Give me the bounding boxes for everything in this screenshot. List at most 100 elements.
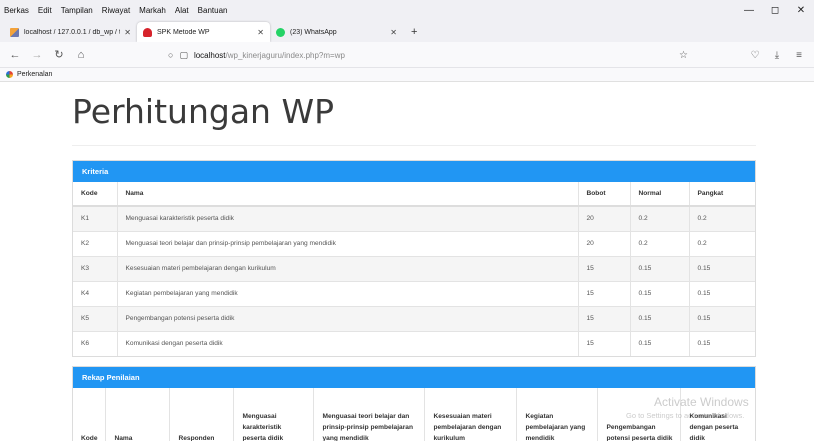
home-icon[interactable]: ⌂	[72, 49, 90, 61]
url-path: /wp_kinerjaguru/index.php?m=wp	[225, 50, 345, 60]
page-content: Perhitungan WP Kriteria Kode Nama Bobot …	[72, 82, 756, 441]
column-header-bobot: Bobot	[578, 182, 631, 207]
navigation-bar: ← → ↻ ⌂ ○ ▢ localhost/wp_kinerjaguru/ind…	[0, 42, 814, 68]
cell-bobot: 20	[578, 205, 631, 231]
cell-bobot: 15	[578, 330, 631, 356]
kriteria-heading: Kriteria	[73, 161, 755, 182]
table-row: K2 Menguasai teori belajar dan prinsip-p…	[73, 230, 755, 256]
tab-phpmyadmin[interactable]: localhost / 127.0.0.1 / db_wp / tabe ✕	[4, 22, 137, 42]
cell-bobot: 15	[578, 305, 631, 331]
column-header-responden: Responden	[169, 388, 235, 441]
tab-label: localhost / 127.0.0.1 / db_wp / tabe	[24, 28, 120, 36]
cell-kode: K4	[73, 280, 118, 306]
cell-kode: K6	[73, 330, 118, 356]
cell-nama: Komunikasi dengan peserta didik	[117, 330, 579, 356]
menu-riwayat[interactable]: Riwayat	[102, 6, 130, 15]
shield-icon[interactable]: ○	[168, 50, 173, 60]
cell-normal: 0.15	[630, 305, 690, 331]
cell-nama: Menguasai karakteristik peserta didik	[117, 205, 579, 231]
cell-pangkat: 0.15	[689, 305, 755, 331]
page-title: Perhitungan WP	[72, 82, 756, 146]
column-header-kode: Kode	[73, 182, 118, 207]
tab-label: SPK Metode WP	[157, 28, 210, 36]
minimize-button[interactable]: —	[736, 5, 762, 16]
menu-alat[interactable]: Alat	[175, 6, 189, 15]
menu-bantuan[interactable]: Bantuan	[198, 6, 228, 15]
app-menu-icon[interactable]: ≡	[788, 50, 810, 61]
cell-kode: K5	[73, 305, 118, 331]
url-bar[interactable]: ○ ▢ localhost/wp_kinerjaguru/index.php?m…	[156, 45, 696, 65]
rekap-heading: Rekap Penilaian	[73, 367, 755, 388]
close-icon[interactable]: ✕	[390, 28, 397, 37]
pocket-icon[interactable]: ♡	[744, 50, 766, 61]
column-header-k4: Kegiatan pembelajaran yang mendidik	[516, 388, 599, 441]
cell-normal: 0.15	[630, 255, 690, 281]
cell-kode: K1	[73, 205, 118, 231]
bookmark-favicon-icon	[6, 71, 13, 78]
tab-spk-metode-wp[interactable]: SPK Metode WP ✕	[137, 22, 270, 42]
spk-icon	[143, 27, 152, 37]
whatsapp-icon	[276, 27, 285, 37]
tab-label: (23) WhatsApp	[290, 28, 337, 36]
cell-bobot: 15	[578, 280, 631, 306]
table-row: K1 Menguasai karakteristik peserta didik…	[73, 205, 755, 231]
forward-icon[interactable]: →	[28, 49, 46, 61]
cell-kode: K3	[73, 255, 118, 281]
maximize-button[interactable]: ◻	[762, 5, 788, 16]
back-icon[interactable]: ←	[6, 49, 24, 61]
download-icon[interactable]: ⤓	[766, 50, 788, 61]
cell-nama: Menguasai teori belajar dan prinsip-prin…	[117, 230, 579, 256]
kriteria-panel: Kriteria Kode Nama Bobot Normal Pangkat …	[72, 160, 756, 357]
column-header-nama: Nama	[117, 182, 579, 207]
table-row: K5 Pengembangan potensi peserta didik 15…	[73, 305, 755, 331]
table-header-row: Kode Nama Bobot Normal Pangkat	[73, 182, 755, 207]
menu-berkas[interactable]: Berkas	[4, 6, 29, 15]
kriteria-table: Kode Nama Bobot Normal Pangkat K1 Mengua…	[73, 182, 755, 356]
cell-normal: 0.15	[630, 330, 690, 356]
reload-icon[interactable]: ↻	[50, 48, 68, 61]
new-tab-button[interactable]: +	[403, 22, 425, 42]
window-controls: — ◻ ✕	[736, 0, 814, 20]
cell-kode: K2	[73, 230, 118, 256]
bookmark-star-icon[interactable]: ☆	[679, 50, 688, 61]
toolbar-right: ♡ ⤓ ≡	[744, 42, 810, 68]
cell-pangkat: 0.2	[689, 205, 755, 231]
cell-pangkat: 0.2	[689, 230, 755, 256]
menu-edit[interactable]: Edit	[38, 6, 52, 15]
close-window-button[interactable]: ✕	[788, 5, 814, 16]
cell-bobot: 15	[578, 255, 631, 281]
menu-tampilan[interactable]: Tampilan	[61, 6, 93, 15]
column-header-kode: Kode	[73, 388, 107, 441]
cell-bobot: 20	[578, 230, 631, 256]
bookmarks-bar: Perkenalan	[0, 68, 814, 82]
table-row: K6 Komunikasi dengan peserta didik 15 0.…	[73, 330, 755, 356]
url-host: localhost	[193, 50, 226, 60]
cell-nama: Pengembangan potensi peserta didik	[117, 305, 579, 331]
cell-pangkat: 0.15	[689, 255, 755, 281]
activate-windows-subtext: Go to Settings to activate Windows.	[626, 411, 745, 420]
cell-nama: Kesesuaian materi pembelajaran dengan ku…	[117, 255, 579, 281]
column-header-k1: Menguasai karakteristik peserta didik	[233, 388, 315, 441]
activate-windows-watermark: Activate Windows	[654, 395, 749, 409]
column-header-pangkat: Pangkat	[689, 182, 755, 207]
close-icon[interactable]: ✕	[124, 28, 131, 37]
menu-markah[interactable]: Markah	[139, 6, 166, 15]
cell-normal: 0.2	[630, 205, 690, 231]
phpmyadmin-icon	[10, 27, 19, 37]
table-row: K3 Kesesuaian materi pembelajaran dengan…	[73, 255, 755, 281]
column-header-normal: Normal	[630, 182, 690, 207]
column-header-nama: Nama	[105, 388, 171, 441]
table-row: K4 Kegiatan pembelajaran yang mendidik 1…	[73, 280, 755, 306]
cell-normal: 0.2	[630, 230, 690, 256]
menu-bar: Berkas Edit Tampilan Riwayat Markah Alat…	[0, 0, 814, 20]
cell-normal: 0.15	[630, 280, 690, 306]
tab-whatsapp[interactable]: (23) WhatsApp ✕	[270, 22, 403, 42]
column-header-k3: Kesesuaian materi pembelajaran dengan ku…	[424, 388, 518, 441]
close-icon[interactable]: ✕	[257, 28, 264, 37]
bookmark-perkenalan[interactable]: Perkenalan	[17, 71, 52, 78]
page-icon: ▢	[179, 49, 188, 60]
cell-nama: Kegiatan pembelajaran yang mendidik	[117, 280, 579, 306]
cell-pangkat: 0.15	[689, 330, 755, 356]
cell-pangkat: 0.15	[689, 280, 755, 306]
column-header-k2: Menguasai teori belajar dan prinsip-prin…	[313, 388, 426, 441]
